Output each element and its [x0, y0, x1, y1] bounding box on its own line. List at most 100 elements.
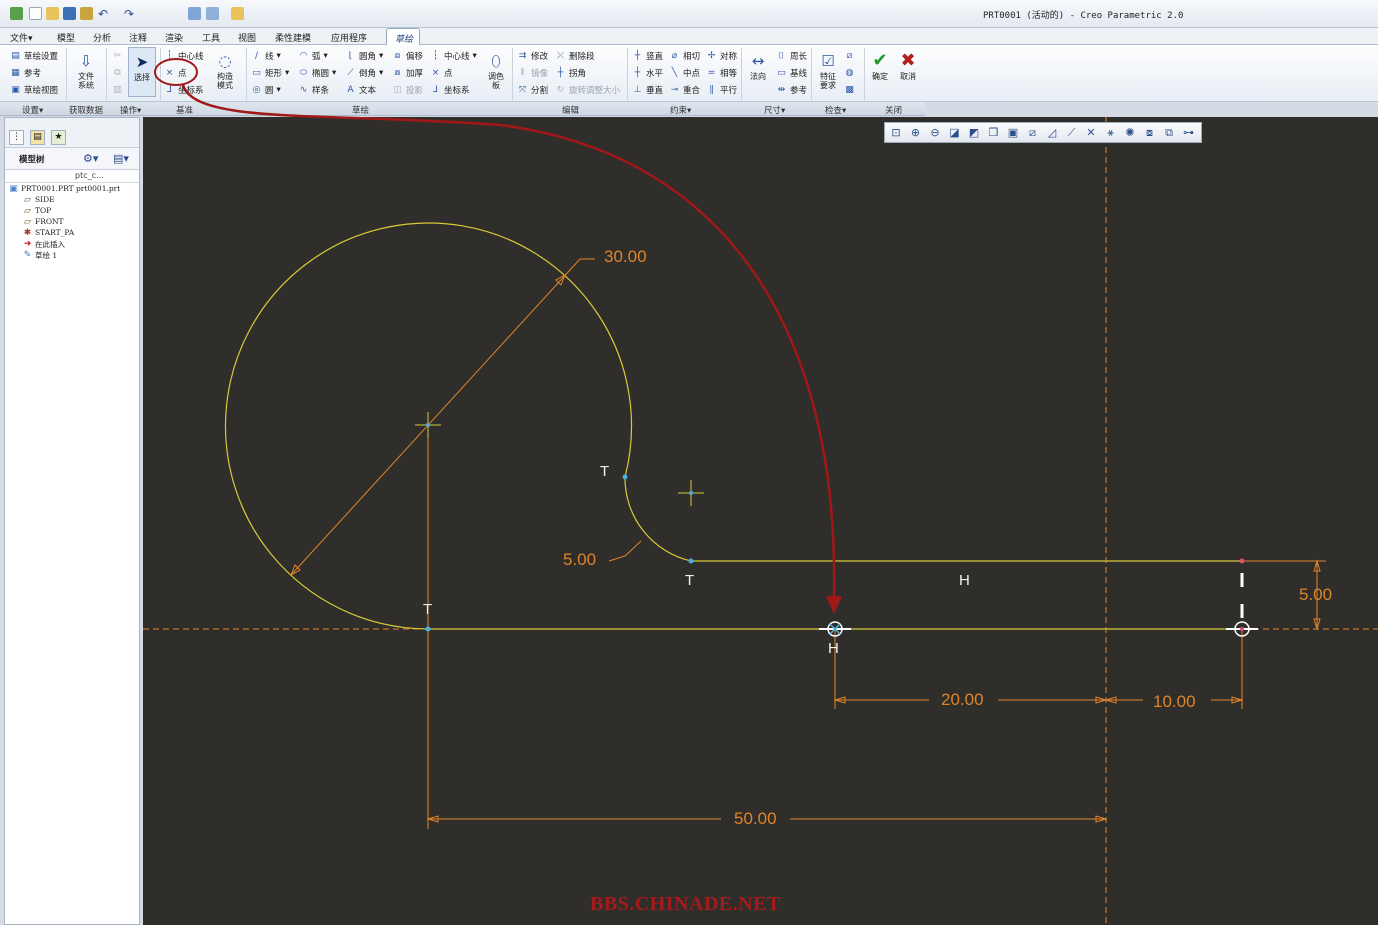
saved-views-icon[interactable]: ❐ [986, 125, 1002, 141]
cancel-button[interactable]: ✖ 取消 [894, 47, 922, 99]
vertex[interactable] [425, 626, 431, 632]
cut-button[interactable]: ✂ [112, 49, 123, 63]
perimeter-button[interactable]: ⌷ 周长 [776, 49, 807, 63]
group-constrain[interactable]: 约束▾ [670, 104, 691, 116]
coincident-constraint-button[interactable]: ⊸ 重合 [669, 83, 700, 97]
sketch-canvas[interactable]: 30.00 5.00 5.00 20.00 10.00 50.00 T T T … [143, 117, 1378, 925]
line-button[interactable]: ∕ 线 ▾ [251, 49, 281, 63]
sketch-csys-button[interactable]: ⅃ 坐标系 [430, 83, 470, 97]
menu-tools[interactable]: 工具 [202, 31, 220, 44]
diameter-leader[interactable] [290, 258, 581, 576]
dimension-diameter[interactable]: 30.00 [604, 247, 647, 267]
sketch-point-end[interactable] [1226, 573, 1258, 637]
tangent-constraint-button[interactable]: ⌀ 相切 [669, 49, 700, 63]
shade-closed-loops-button[interactable]: ▩ [844, 83, 855, 97]
constraint-display-icon[interactable]: ⊶ [1181, 125, 1197, 141]
menu-file[interactable]: 文件▾ [10, 31, 33, 44]
menu-annotate[interactable]: 注释 [129, 31, 147, 44]
offset-button[interactable]: ⧈ 偏移 [392, 49, 423, 63]
open-icon[interactable] [46, 7, 59, 20]
redo-icon[interactable]: ↷ [124, 7, 137, 21]
tree-item-sketch[interactable]: ✎ 草绘 1 [23, 250, 57, 261]
midpoint-constraint-button[interactable]: ╲ 中点 [669, 66, 700, 80]
parallel-constraint-button[interactable]: ∥ 平行 [706, 83, 737, 97]
menu-flexible-modeling[interactable]: 柔性建模 [275, 31, 311, 44]
group-setup[interactable]: 设置▾ [22, 104, 43, 116]
copy-button[interactable]: ⧉ [112, 66, 123, 80]
tab-sketch[interactable]: 草绘 [386, 28, 420, 46]
dimension-10[interactable]: 10.00 [1153, 692, 1196, 712]
center-point[interactable] [689, 491, 693, 495]
group-operations[interactable]: 操作▾ [120, 104, 141, 116]
ok-button[interactable]: ✔ 确定 [866, 47, 894, 99]
tree-item-part[interactable]: ▣ PRT0001.PRT prt0001.prt [9, 184, 120, 195]
tree-item-insert-here[interactable]: ➜ 在此插入 [23, 239, 65, 250]
file-system-button[interactable]: ⇩ 文件 系统 [72, 47, 100, 99]
corner-button[interactable]: ┼ 拐角 [555, 66, 586, 80]
save-icon[interactable] [63, 7, 76, 20]
menu-analysis[interactable]: 分析 [93, 31, 111, 44]
tangent-constraint-label[interactable]: T [423, 601, 432, 618]
close-window-icon[interactable] [206, 7, 219, 20]
perpendicular-constraint-button[interactable]: ⊥ 垂直 [632, 83, 663, 97]
spin-center-icon[interactable]: ✺ [1122, 125, 1138, 141]
column-header[interactable]: ptc_c... [75, 171, 104, 180]
tangent-constraint-label[interactable]: T [685, 572, 694, 589]
menu-applications[interactable]: 应用程序 [331, 31, 367, 44]
plane-display-icon[interactable]: ◿ [1044, 125, 1060, 141]
mirror-button[interactable]: ⫴ 镜像 [517, 66, 548, 80]
fillet-button[interactable]: ⌊ 圆角 ▾ [345, 49, 384, 63]
thicken-button[interactable]: ⧇ 加厚 [392, 66, 423, 80]
divide-button[interactable]: ⤧ 分割 [517, 83, 548, 97]
csys-display-icon[interactable]: ⚹ [1103, 125, 1119, 141]
arc-button[interactable]: ◠ 弧 ▾ [298, 49, 328, 63]
sketch-point-button[interactable]: × 点 [430, 66, 453, 80]
palette-button[interactable]: ⬯ 调色 板 [482, 47, 510, 99]
sketch-centerline-button[interactable]: ┆ 中心线 ▾ [430, 49, 477, 63]
repaint-icon[interactable]: ◪ [947, 125, 963, 141]
paste-button[interactable]: ▥ [112, 83, 123, 97]
dimension-50[interactable]: 50.00 [734, 809, 777, 829]
ellipse-button[interactable]: ⬭ 椭圆 ▾ [298, 66, 337, 80]
group-dimension[interactable]: 尺寸▾ [764, 104, 785, 116]
model-tree-tab[interactable]: ⋮ [9, 130, 24, 145]
equal-constraint-button[interactable]: = 相等 [706, 66, 737, 80]
datum-display-icon[interactable]: ⧄ [1025, 125, 1041, 141]
references-button[interactable]: ▦ 参考 [10, 66, 41, 80]
zoom-out-icon[interactable]: ⊖ [927, 125, 943, 141]
folder-browser-tab[interactable]: ▤ [30, 130, 45, 145]
tangent-constraint-label[interactable]: T [600, 463, 609, 480]
tree-item-csys[interactable]: ✱ START_PA [23, 228, 74, 239]
display-style-icon[interactable]: ◩ [966, 125, 982, 141]
normal-dimension-button[interactable]: ↔ 法向 [744, 47, 772, 99]
show-icon[interactable]: ▤▾ [113, 152, 129, 165]
rectangle-button[interactable]: ▭ 矩形 ▾ [251, 66, 289, 80]
annotation-display-icon[interactable]: ⧇ [1142, 125, 1158, 141]
circle-button[interactable]: ◎ 圆 ▾ [251, 83, 281, 97]
folder-icon[interactable] [231, 7, 244, 20]
vertex[interactable] [688, 558, 694, 564]
favorites-tab[interactable]: ★ [51, 130, 66, 145]
axis-display-icon[interactable]: ⟋ [1064, 125, 1080, 141]
settings-icon[interactable]: ⚙▾ [83, 152, 98, 165]
overlapping-geometry-button[interactable]: ⧄ [844, 49, 855, 63]
undo-icon[interactable]: ↶ [98, 7, 111, 21]
dimension-display-icon[interactable]: ⧉ [1161, 125, 1177, 141]
tree-item-side[interactable]: ▱ SIDE [23, 195, 55, 206]
menu-render[interactable]: 渲染 [165, 31, 183, 44]
vertical-constraint-button[interactable]: ┼ 竖直 [632, 49, 663, 63]
group-inspect[interactable]: 检查▾ [825, 104, 846, 116]
select-button[interactable]: ➤ 选择 [128, 47, 156, 97]
highlight-open-ends-button[interactable]: ◍ [844, 66, 855, 80]
menu-view[interactable]: 视图 [238, 31, 256, 44]
window-icon[interactable] [188, 7, 201, 20]
datum-point-button[interactable]: × 点 [164, 66, 187, 80]
delete-segment-button[interactable]: ⤬ 删除段 [555, 49, 595, 63]
datum-centerline-button[interactable]: ┆ 中心线 [164, 49, 204, 63]
refit-icon[interactable]: ⊡ [888, 125, 904, 141]
sketch-setup-button[interactable]: ▤ 草绘设置 [10, 49, 58, 63]
symmetric-constraint-button[interactable]: ✢ 对称 [706, 49, 737, 63]
construction-mode-button[interactable]: ◌ 构造 模式 [211, 47, 239, 99]
sketch-view-button[interactable]: ▣ 草绘视图 [10, 83, 58, 97]
feature-requirements-button[interactable]: ☑ 特征 要求 [814, 47, 842, 99]
